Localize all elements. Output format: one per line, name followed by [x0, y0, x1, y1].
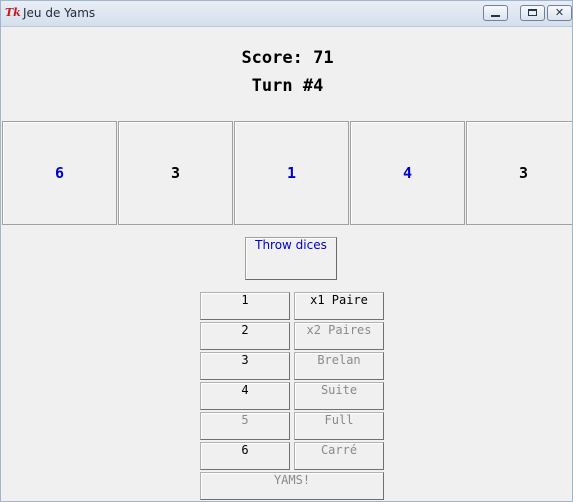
turn-label: Turn #4	[251, 76, 324, 96]
title-bar[interactable]: Tk Jeu de Yams ✕	[1, 1, 572, 27]
number-3-button[interactable]: 3	[200, 352, 290, 380]
close-button[interactable]: ✕	[547, 5, 572, 21]
die-value: 6	[54, 164, 65, 182]
maximize-button[interactable]	[520, 5, 545, 21]
suite-button[interactable]: Suite	[294, 382, 384, 410]
die-1[interactable]: 6	[2, 121, 117, 225]
minimize-icon	[491, 15, 500, 17]
score-label: Score: 71	[241, 48, 334, 68]
paire-button[interactable]: x1 Paire	[294, 292, 384, 320]
brelan-button[interactable]: Brelan	[294, 352, 384, 380]
die-value: 3	[518, 164, 529, 182]
number-2-button[interactable]: 2	[200, 322, 290, 350]
window-title: Jeu de Yams	[23, 6, 96, 20]
throw-dices-button[interactable]: Throw dices	[245, 237, 337, 280]
tk-app-icon: Tk	[5, 6, 21, 19]
maximize-icon	[528, 9, 537, 16]
deux-paires-button[interactable]: x2 Paires	[294, 322, 384, 350]
app-window: Tk Jeu de Yams ✕ Score: 71 Turn #4 6 3 1…	[0, 0, 573, 502]
number-1-button[interactable]: 1	[200, 292, 290, 320]
yams-button[interactable]: YAMS!	[200, 472, 384, 500]
full-button[interactable]: Full	[294, 412, 384, 440]
number-5-button[interactable]: 5	[200, 412, 290, 440]
die-value: 3	[170, 164, 181, 182]
die-2[interactable]: 3	[118, 121, 233, 225]
die-value: 1	[286, 164, 297, 182]
die-value: 4	[402, 164, 413, 182]
number-4-button[interactable]: 4	[200, 382, 290, 410]
die-5[interactable]: 3	[466, 121, 572, 225]
die-4[interactable]: 4	[350, 121, 465, 225]
close-icon: ✕	[554, 6, 565, 19]
dice-row: 6 3 1 4 3	[2, 121, 572, 226]
carre-button[interactable]: Carré	[294, 442, 384, 470]
number-6-button[interactable]: 6	[200, 442, 290, 470]
die-3[interactable]: 1	[234, 121, 349, 225]
minimize-button[interactable]	[483, 5, 508, 21]
